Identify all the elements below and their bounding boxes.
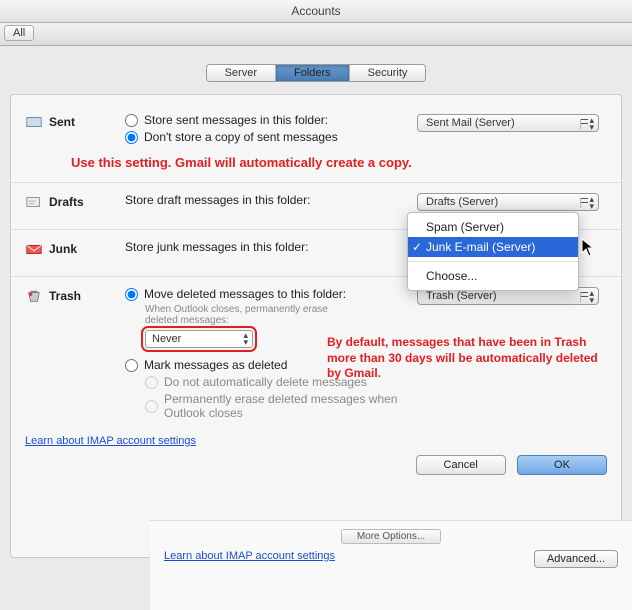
trash-move-radio[interactable]: Move deleted messages to this folder: xyxy=(125,287,407,301)
drafts-folder-popup[interactable]: Drafts (Server) ▴▾ xyxy=(417,193,599,211)
junk-icon xyxy=(25,242,43,256)
divider xyxy=(11,182,621,183)
trash-sub2-radio[interactable]: Permanently erase deleted messages when … xyxy=(145,392,407,420)
trash-schedule-select[interactable]: Never ▴▾ xyxy=(145,330,253,348)
sent-icon xyxy=(25,115,43,129)
ok-button[interactable]: OK xyxy=(517,455,607,475)
drafts-text: Store draft messages in this folder: xyxy=(125,193,407,207)
sent-nostore-label: Don't store a copy of sent messages xyxy=(144,130,338,144)
menu-item-spam[interactable]: Spam (Server) xyxy=(408,217,578,237)
toolbar: All xyxy=(0,23,632,46)
menu-item-junk[interactable]: ✓Junk E-mail (Server) xyxy=(408,237,578,257)
dialog-buttons: Cancel OK xyxy=(25,455,607,475)
show-all-button[interactable]: All xyxy=(4,25,34,41)
tab-server[interactable]: Server xyxy=(207,65,276,81)
junk-text: Store junk messages in this folder: xyxy=(125,240,407,254)
folders-pane: Sent Store sent messages in this folder:… xyxy=(10,94,622,558)
trash-mark-label: Mark messages as deleted xyxy=(144,358,287,372)
annotation-sent: Use this setting. Gmail will automatical… xyxy=(71,155,607,170)
more-options-button[interactable]: More Options... xyxy=(341,529,441,544)
drafts-label: Drafts xyxy=(25,193,115,209)
trash-label: Trash xyxy=(25,287,115,303)
trash-icon xyxy=(25,289,43,303)
cancel-button[interactable]: Cancel xyxy=(416,455,506,475)
tab-bar: Server Folders Security xyxy=(0,64,632,82)
tab-security[interactable]: Security xyxy=(350,65,426,81)
trash-section: Trash Move deleted messages to this fold… xyxy=(25,287,607,423)
junk-folder-menu: Spam (Server) ✓Junk E-mail (Server) Choo… xyxy=(407,212,579,291)
trash-sub2-label: Permanently erase deleted messages when … xyxy=(164,392,407,420)
trash-move-label: Move deleted messages to this folder: xyxy=(144,287,346,301)
window-title: Accounts xyxy=(0,0,632,23)
trash-hint: When Outlook closes, permanently erase d… xyxy=(145,304,355,326)
menu-item-choose[interactable]: Choose... xyxy=(408,266,578,286)
sent-nostore-radio[interactable]: Don't store a copy of sent messages xyxy=(125,130,407,144)
tab-folders[interactable]: Folders xyxy=(276,65,350,81)
sent-store-label: Store sent messages in this folder: xyxy=(144,113,328,127)
sent-store-radio[interactable]: Store sent messages in this folder: xyxy=(125,113,407,127)
drafts-section: Drafts Store draft messages in this fold… xyxy=(25,193,607,211)
sent-section: Sent Store sent messages in this folder:… xyxy=(25,113,607,147)
background-panel: More Options... Learn about IMAP account… xyxy=(150,520,632,610)
sent-label: Sent xyxy=(25,113,115,129)
annotation-trash: By default, messages that have been in T… xyxy=(327,335,607,382)
advanced-button[interactable]: Advanced... xyxy=(534,550,618,568)
junk-label: Junk xyxy=(25,240,115,256)
sent-folder-popup[interactable]: Sent Mail (Server) ▴▾ xyxy=(417,114,599,132)
imap-help-link-bg[interactable]: Learn about IMAP account settings xyxy=(164,550,335,562)
imap-help-link[interactable]: Learn about IMAP account settings xyxy=(25,435,196,447)
cursor-icon xyxy=(581,238,595,258)
drafts-icon xyxy=(25,195,43,209)
accounts-window: Accounts All Server Folders Security Sen… xyxy=(0,0,632,610)
junk-section: Junk Store junk messages in this folder:… xyxy=(25,240,607,258)
